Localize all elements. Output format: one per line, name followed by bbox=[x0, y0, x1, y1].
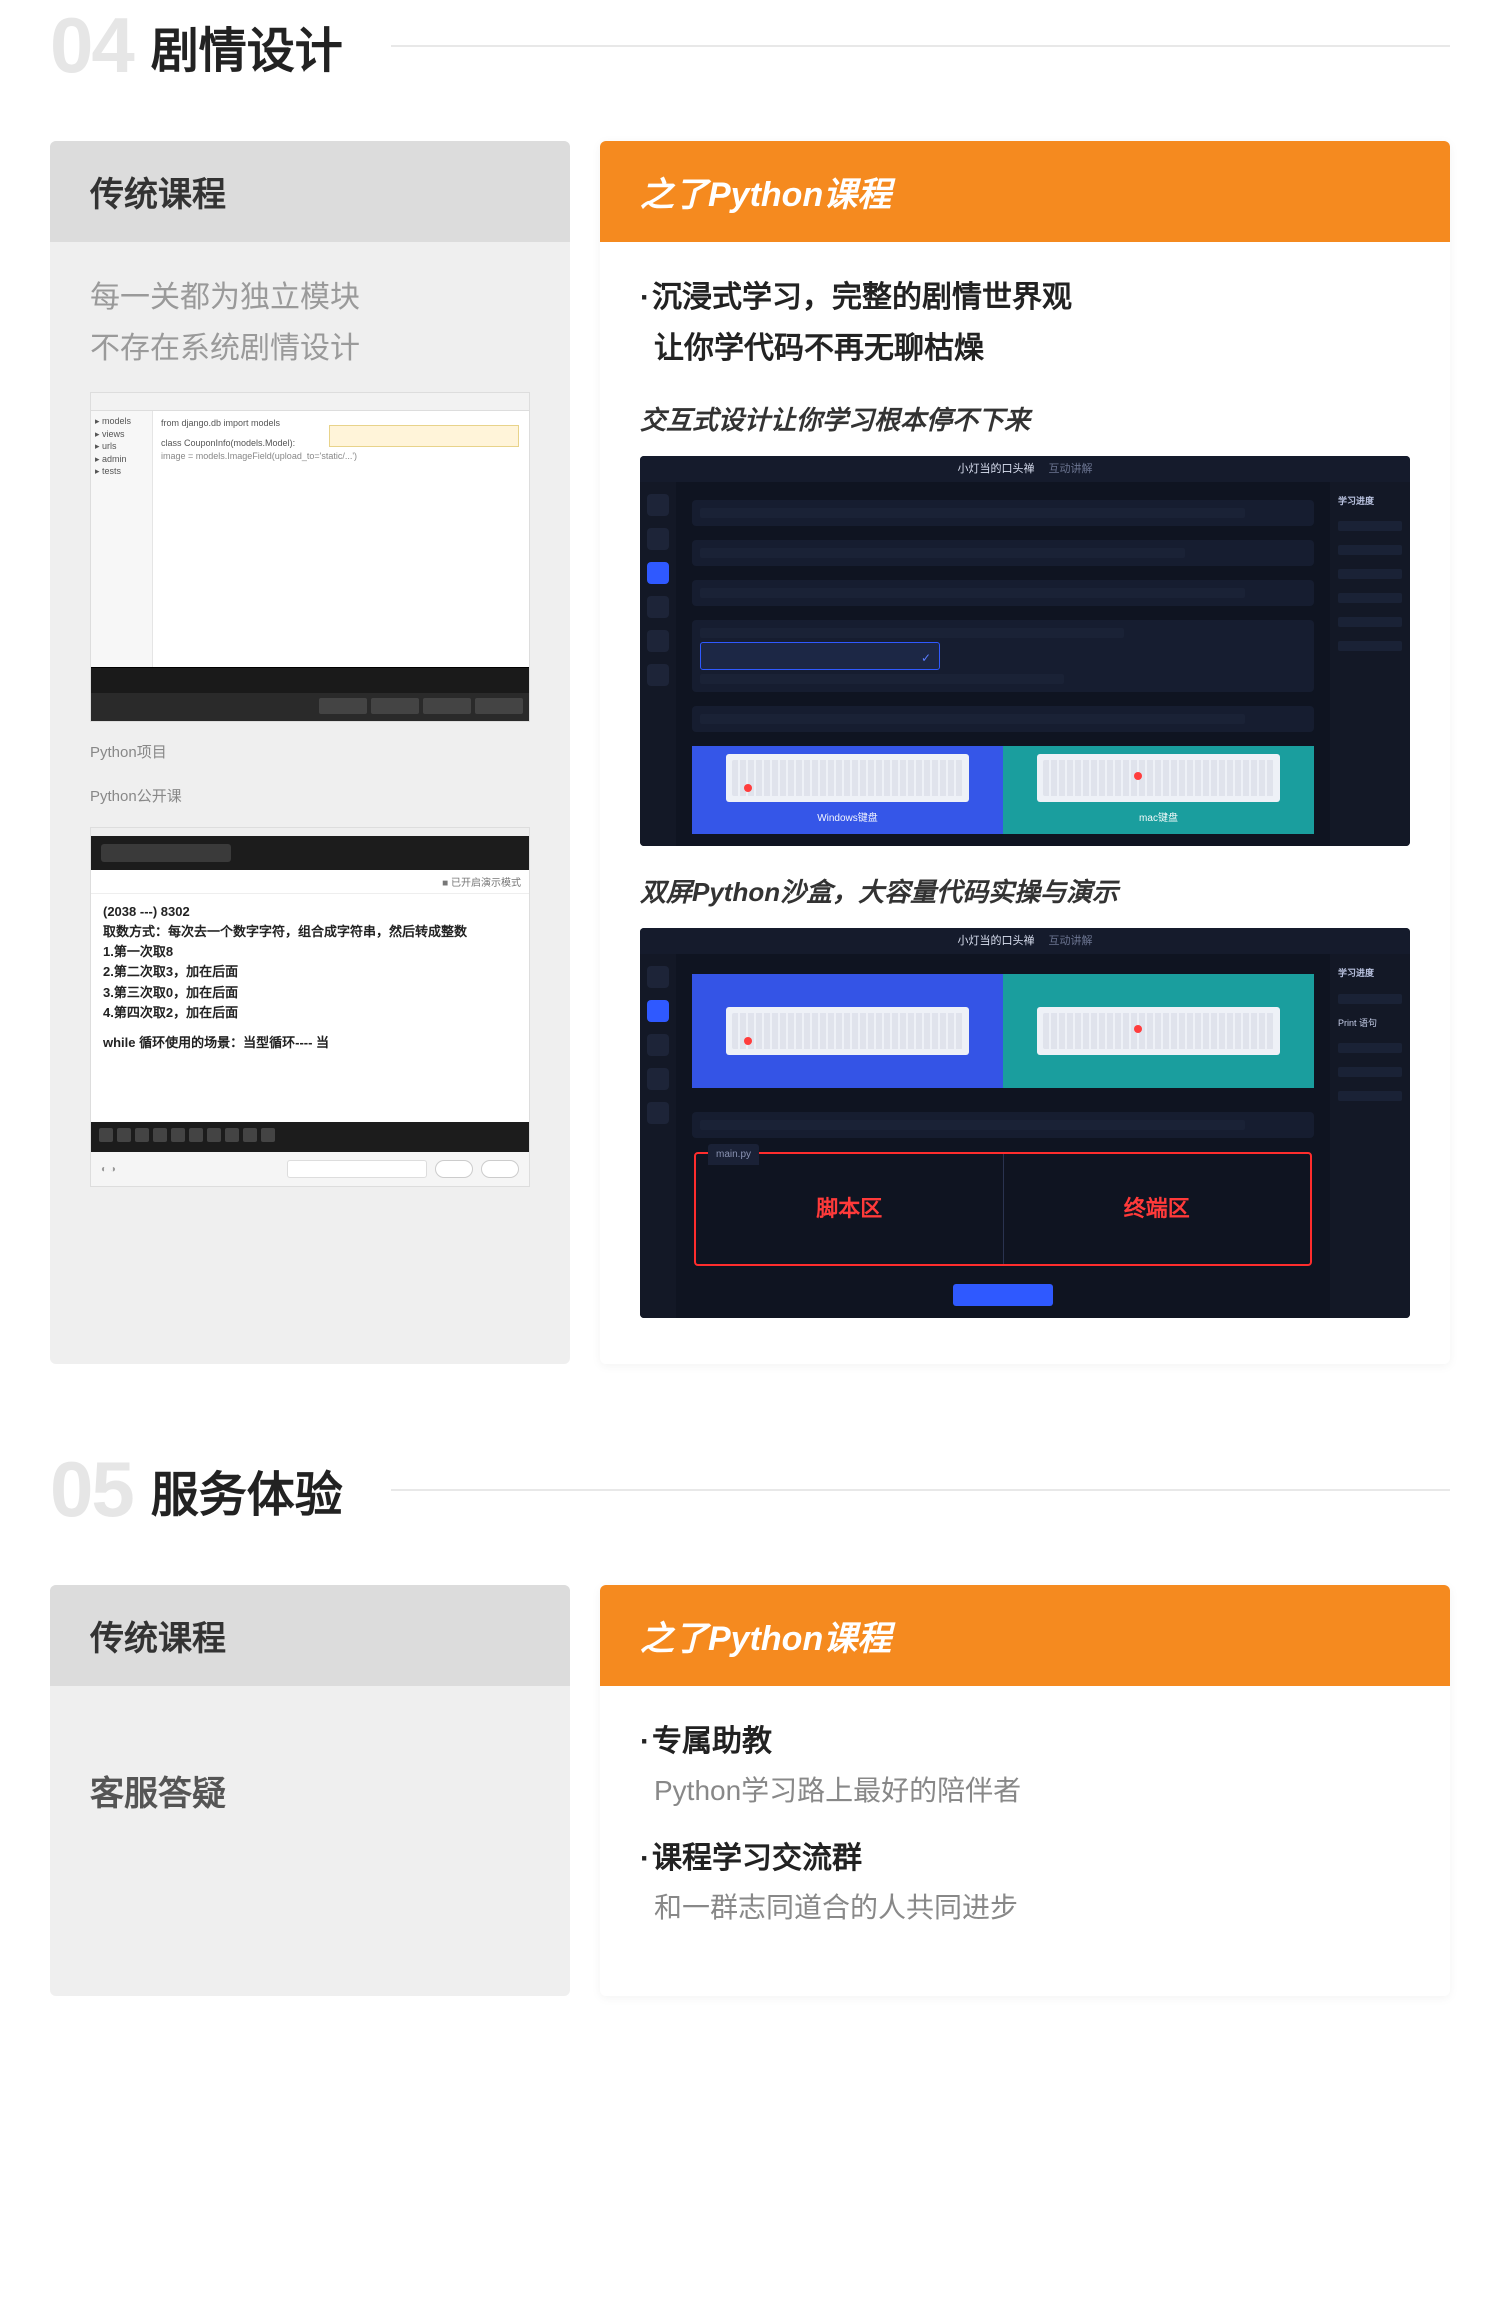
section-service: 05 服务体验 传统课程 客服答疑 之了Python课程 专属助教 Python… bbox=[0, 1444, 1500, 1995]
section-number: 04 bbox=[50, 0, 133, 91]
sandbox-outline: main.py 脚本区 终端区 bbox=[694, 1152, 1312, 1266]
zhiliao-col: 之了Python课程 专属助教 Python学习路上最好的陪伴者 课程学习交流群… bbox=[600, 1585, 1450, 1995]
video-label: Python公开课 bbox=[90, 784, 530, 810]
vid-line: 取数方式：每次去一个数字字符，组合成字符串，然后转成整数 bbox=[103, 922, 517, 942]
vid-line: (2038 ---) 8302 bbox=[103, 902, 517, 922]
z-tab: 互动讲解 bbox=[1049, 932, 1093, 951]
traditional-col: 传统课程 每一关都为独立模块 不存在系统剧情设计 ▸ models▸ views… bbox=[50, 141, 570, 1364]
traditional-body: 每一关都为独立模块 不存在系统剧情设计 ▸ models▸ views▸ url… bbox=[50, 242, 570, 1251]
ide-code-line: image = models.ImageField(upload_to='sta… bbox=[161, 450, 521, 464]
feature-item: 沉浸式学习，完整的剧情世界观 让你学代码不再无聊枯燥 bbox=[640, 272, 1410, 374]
section-title: 剧情设计 bbox=[151, 11, 343, 81]
feature-subtitle: Python学习路上最好的陪伴者 bbox=[654, 1767, 1410, 1815]
section-header: 04 剧情设计 bbox=[50, 0, 1450, 91]
zhiliao-body: 沉浸式学习，完整的剧情世界观 让你学代码不再无聊枯燥 交互式设计让你学习根本停不… bbox=[600, 242, 1450, 1364]
zhiliao-header: 之了Python课程 bbox=[600, 1585, 1450, 1686]
zhiliao-col: 之了Python课程 沉浸式学习，完整的剧情世界观 让你学代码不再无聊枯燥 交互… bbox=[600, 141, 1450, 1364]
traditional-header: 传统课程 bbox=[50, 141, 570, 242]
vid-line: while 循环使用的场景：当型循环---- 当 bbox=[103, 1033, 517, 1053]
comparison-row: 传统课程 每一关都为独立模块 不存在系统剧情设计 ▸ models▸ views… bbox=[50, 141, 1450, 1364]
feature-subtitle: 和一群志同道合的人共同进步 bbox=[654, 1884, 1410, 1932]
print-label: Print 语句 bbox=[1338, 1016, 1402, 1031]
feature-item: 专属助教 Python学习路上最好的陪伴者 bbox=[640, 1716, 1410, 1815]
traditional-body: 客服答疑 bbox=[50, 1686, 570, 1920]
zhiliao-body: 专属助教 Python学习路上最好的陪伴者 课程学习交流群 和一群志同道合的人共… bbox=[600, 1686, 1450, 1995]
section-title: 服务体验 bbox=[151, 1455, 343, 1525]
z-side-header: 学习进度 bbox=[1338, 494, 1402, 509]
sandbox-screenshot: 小灯当的口头禅互动讲解 main.py 脚本区 bbox=[640, 928, 1410, 1318]
sandbox-tab: main.py bbox=[708, 1144, 759, 1165]
section-header: 05 服务体验 bbox=[50, 1444, 1450, 1535]
zhiliao-header: 之了Python课程 bbox=[600, 141, 1450, 242]
z-title: 小灯当的口头禅 bbox=[958, 460, 1035, 479]
kb-caption: mac键盘 bbox=[1139, 810, 1178, 827]
divider bbox=[391, 45, 1450, 47]
interactive-screenshot: 小灯当的口头禅互动讲解 Windows键盘 mac键盘 bbox=[640, 456, 1410, 846]
vid-line: 1.第一次取8 bbox=[103, 942, 517, 962]
traditional-header: 传统课程 bbox=[50, 1585, 570, 1686]
trad-desc-line1: 每一关都为独立模块 bbox=[90, 272, 530, 323]
trad-service-text: 客服答疑 bbox=[90, 1716, 530, 1874]
z-tab: 互动讲解 bbox=[1049, 460, 1093, 479]
vid-line: 4.第四次取2，加在后面 bbox=[103, 1003, 517, 1023]
vid-line: 2.第二次取3，加在后面 bbox=[103, 962, 517, 982]
vid-line: 3.第三次取0，加在后面 bbox=[103, 983, 517, 1003]
traditional-col: 传统课程 客服答疑 bbox=[50, 1585, 570, 1995]
z-side-header: 学习进度 bbox=[1338, 966, 1402, 981]
ide-screenshot: ▸ models▸ views▸ urls▸ admin▸ tests from… bbox=[90, 392, 530, 722]
feature-line1: 沉浸式学习，完整的剧情世界观 bbox=[652, 281, 1072, 314]
feature-title: 课程学习交流群 bbox=[640, 1833, 1410, 1884]
ide-label: Python项目 bbox=[90, 740, 530, 766]
divider bbox=[391, 1489, 1450, 1491]
trad-desc-line2: 不存在系统剧情设计 bbox=[90, 323, 530, 374]
screenshot-caption: 双屏Python沙盒，大容量代码实操与演示 bbox=[640, 870, 1410, 914]
section-story-design: 04 剧情设计 传统课程 每一关都为独立模块 不存在系统剧情设计 ▸ model… bbox=[0, 0, 1500, 1364]
video-screenshot: ■ 已开启演示模式 (2038 ---) 8302 取数方式：每次去一个数字字符… bbox=[90, 827, 530, 1187]
terminal-area-label: 终端区 bbox=[1003, 1154, 1311, 1264]
submit-button bbox=[953, 1284, 1053, 1306]
kb-caption: Windows键盘 bbox=[817, 810, 878, 827]
z-title: 小灯当的口头禅 bbox=[958, 932, 1035, 951]
section-number: 05 bbox=[50, 1444, 133, 1535]
feature-title: 专属助教 bbox=[640, 1716, 1410, 1767]
comparison-row: 传统课程 客服答疑 之了Python课程 专属助教 Python学习路上最好的陪… bbox=[50, 1585, 1450, 1995]
feature-item: 课程学习交流群 和一群志同道合的人共同进步 bbox=[640, 1833, 1410, 1932]
script-area-label: 脚本区 bbox=[696, 1154, 1003, 1264]
feature-line2: 让你学代码不再无聊枯燥 bbox=[654, 323, 1410, 374]
screenshot-caption: 交互式设计让你学习根本停不下来 bbox=[640, 398, 1410, 442]
